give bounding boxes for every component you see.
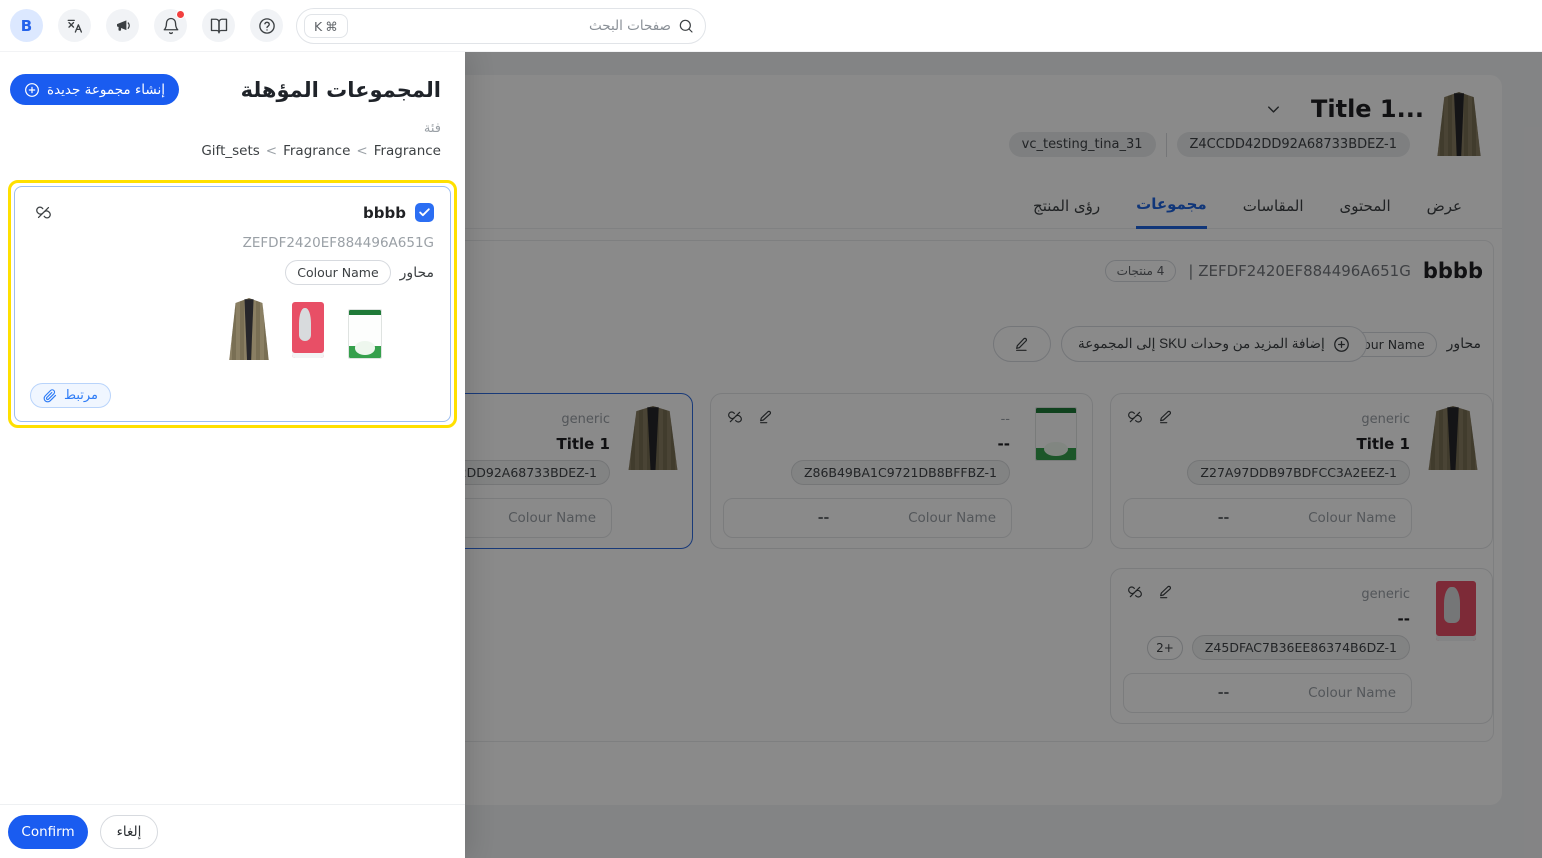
announcements-button[interactable]	[106, 9, 139, 42]
product-thumbnail	[290, 302, 326, 360]
help-icon	[258, 17, 275, 34]
help-button[interactable]	[250, 9, 283, 42]
book-icon	[210, 18, 227, 33]
linked-badge[interactable]: مرتبط	[30, 383, 112, 408]
group-thumbnails	[31, 298, 434, 360]
global-search: K⌘	[296, 8, 706, 44]
translate-icon	[67, 19, 82, 33]
create-group-button[interactable]: إنشاء مجموعة جديدة	[10, 74, 179, 105]
command-icon: ⌘	[325, 18, 338, 34]
user-avatar[interactable]: B	[10, 9, 43, 42]
product-thumbnail	[346, 308, 384, 360]
notifications-button[interactable]	[154, 9, 187, 42]
translate-button[interactable]	[58, 9, 91, 42]
group-card[interactable]: bbbb ZEFDF2420EF884496A651G محاور Colour…	[14, 186, 451, 422]
search-icon	[679, 19, 693, 33]
eligible-groups-panel: المجموعات المؤهلة إنشاء مجموعة جديدة فئة…	[0, 52, 465, 858]
confirm-button[interactable]: Confirm	[8, 814, 88, 849]
highlighted-group-card: bbbb ZEFDF2420EF884496A651G محاور Colour…	[8, 180, 457, 428]
group-sku: ZEFDF2420EF884496A651G	[242, 235, 434, 251]
topbar-icons: B	[0, 9, 283, 42]
panel-footer: Confirm إلغاء	[0, 804, 465, 858]
group-name: bbbb	[363, 203, 406, 222]
cancel-button[interactable]: إلغاء	[100, 814, 158, 849]
axis-chip: Colour Name	[285, 260, 391, 285]
search-shortcut-badge: K ⌘	[304, 14, 348, 38]
notification-dot	[176, 10, 185, 19]
axes-label: محاور	[399, 264, 434, 281]
unlink-icon[interactable]	[35, 204, 52, 221]
bell-icon	[163, 17, 178, 34]
panel-title: المجموعات المؤهلة	[240, 77, 441, 102]
group-checkbox[interactable]	[415, 203, 434, 222]
plus-circle-icon	[25, 82, 39, 97]
product-thumbnail	[228, 298, 270, 360]
breadcrumb: Gift_sets < Fragrance < Fragrance	[201, 143, 441, 159]
top-bar: B K⌘	[0, 0, 1542, 52]
category-label: فئة	[423, 121, 441, 136]
paperclip-icon	[43, 388, 57, 402]
check-icon	[419, 208, 430, 217]
megaphone-icon	[116, 19, 130, 31]
search-input[interactable]	[296, 8, 706, 44]
docs-button[interactable]	[202, 9, 235, 42]
